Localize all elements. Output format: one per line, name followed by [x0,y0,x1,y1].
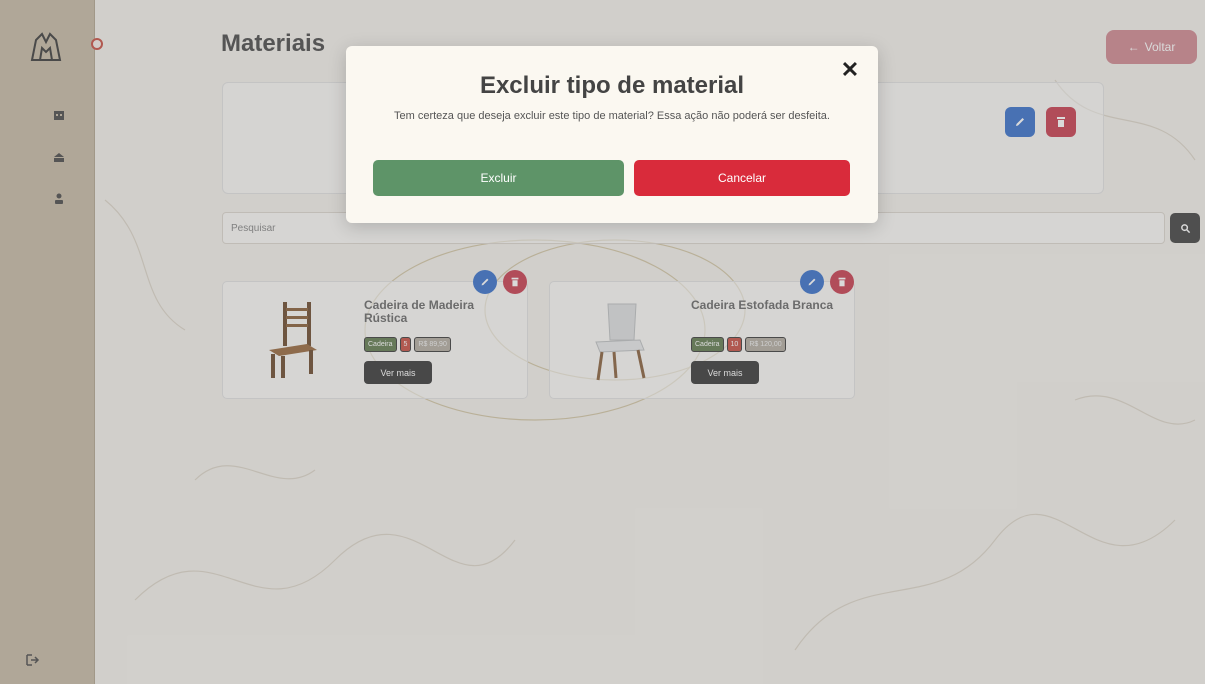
modal-title: Excluir tipo de material [479,72,745,99]
confirm-delete-button[interactable]: Excluir [373,160,624,196]
delete-confirmation-modal: Excluir tipo de material ✕ Tem certeza q… [346,46,878,223]
close-icon[interactable]: ✕ [838,57,862,82]
modal-message: Tem certeza que deseja excluir este tipo… [394,110,830,122]
cancel-button[interactable]: Cancelar [634,160,850,196]
